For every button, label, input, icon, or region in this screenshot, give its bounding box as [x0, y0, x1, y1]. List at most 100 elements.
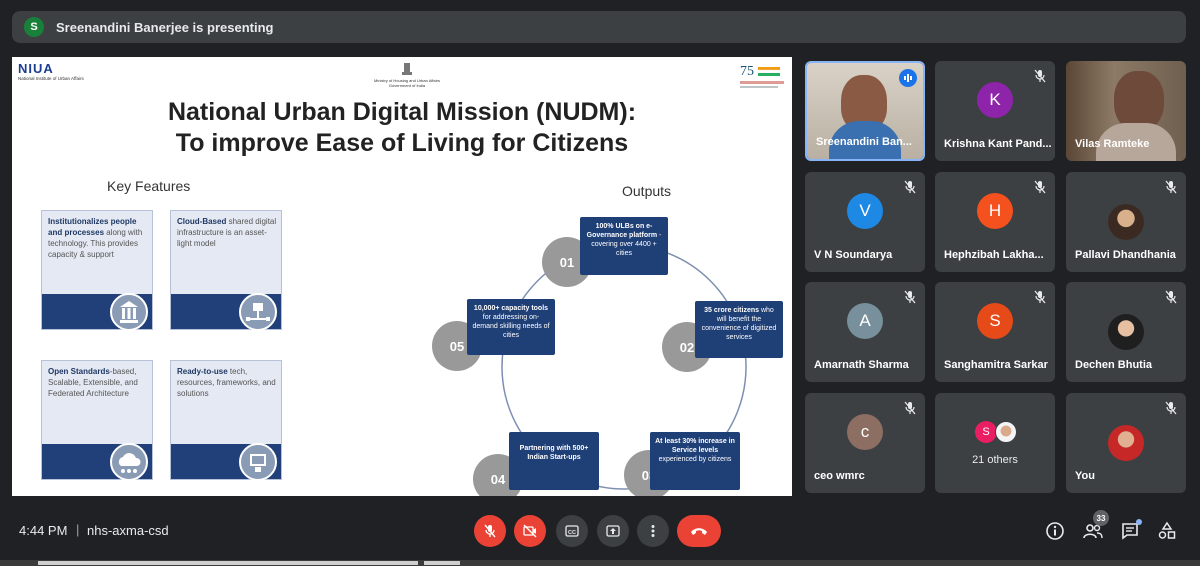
meeting-details-button[interactable]	[1043, 519, 1067, 543]
mic-off-icon	[1165, 401, 1177, 415]
mic-off-icon	[904, 290, 916, 304]
participant-tile[interactable]: K Krishna Kant Pand...	[935, 61, 1055, 161]
participant-tile[interactable]: c ceo wmrc	[805, 393, 925, 493]
camera-toggle-button[interactable]	[514, 515, 546, 547]
feature-card: Institutionalizes people and processes a…	[41, 210, 153, 331]
participant-name: Dechen Bhutia	[1075, 359, 1153, 371]
mic-off-icon	[1034, 180, 1046, 194]
niua-logo: NIUA National Institute of Urban Affairs	[18, 61, 118, 91]
meeting-time: 4:44 PM	[19, 523, 68, 538]
participant-avatar: V	[847, 193, 883, 229]
shared-screen: NIUA National Institute of Urban Affairs…	[12, 57, 792, 496]
more-vert-icon	[651, 525, 655, 537]
presenter-banner: S Sreenandini Banerjee is presenting	[12, 11, 1186, 43]
niua-logo-text: NIUA	[18, 61, 54, 76]
output-number-05: 05	[450, 339, 464, 354]
key-features-heading: Key Features	[107, 178, 191, 194]
participant-name: Amarnath Sharma	[814, 359, 909, 371]
participant-photo	[1108, 314, 1144, 350]
participant-tile[interactable]: You	[1066, 393, 1186, 493]
present-screen-icon	[606, 525, 620, 537]
participant-avatar: H	[977, 193, 1013, 229]
slide-title-line1: National Urban Digital Mission (NUDM):	[167, 98, 637, 126]
captions-button[interactable]: CC	[556, 515, 588, 547]
output-box-02: 35 crore citizens who will benefit the c…	[695, 301, 783, 358]
participant-name: Krishna Kant Pand...	[944, 138, 1052, 150]
network-icon	[239, 293, 277, 331]
chat-button[interactable]	[1118, 519, 1142, 543]
participant-tile[interactable]: V V N Soundarya	[805, 172, 925, 272]
participant-name: ceo wmrc	[814, 470, 865, 482]
participant-avatar: S	[977, 303, 1013, 339]
mic-off-icon	[904, 401, 916, 415]
others-tile[interactable]: S 21 others	[935, 393, 1055, 493]
feature-bold: Open Standards	[48, 367, 110, 376]
bottom-control-bar: 4:44 PM | nhs-axma-csd CC 33	[0, 510, 1200, 552]
participant-photo	[1108, 204, 1144, 240]
participant-tile[interactable]: H Hephzibah Lakha...	[935, 172, 1055, 272]
taskbar-strip	[0, 560, 1200, 566]
participant-tile[interactable]: A Amarnath Sharma	[805, 282, 925, 382]
output-number-02: 02	[680, 340, 694, 355]
separator: |	[76, 522, 80, 537]
camera-off-icon	[523, 524, 537, 538]
output-box-05: 10,000+ capacity tools for addressing on…	[467, 299, 555, 355]
participant-name: You	[1075, 470, 1095, 482]
svg-text:75: 75	[740, 64, 754, 79]
participant-tile[interactable]: Dechen Bhutia	[1066, 282, 1186, 382]
mic-off-icon	[1165, 180, 1177, 194]
output-number-04: 04	[491, 472, 506, 487]
participant-photo	[1108, 425, 1144, 461]
participant-tile[interactable]: Pallavi Dhandhania	[1066, 172, 1186, 272]
building-icon	[110, 293, 148, 331]
participant-tile[interactable]: Sreenandini Ban...	[805, 61, 925, 161]
feature-card: Open Standards-based, Scalable, Extensib…	[41, 360, 153, 481]
cloud-icon	[110, 443, 148, 481]
others-avatar: S	[975, 421, 997, 443]
mic-off-icon	[904, 180, 916, 194]
output-box-04: Partnering with 500+ Indian Start-ups	[509, 432, 599, 490]
others-avatar-photo	[995, 421, 1017, 443]
presenter-avatar: S	[24, 17, 44, 37]
present-now-button[interactable]	[597, 515, 629, 547]
azadi-logo: 75	[736, 59, 788, 95]
participant-name: Vilas Ramteke	[1075, 138, 1150, 150]
svg-text:CC: CC	[568, 530, 576, 536]
leave-call-button[interactable]	[677, 515, 721, 547]
chat-notification-dot	[1136, 519, 1142, 525]
mic-off-icon	[484, 524, 496, 538]
presenter-text: Sreenandini Banerjee is presenting	[56, 19, 274, 35]
participant-tile[interactable]: Vilas Ramteke	[1066, 61, 1186, 161]
speaking-indicator-icon	[899, 69, 917, 87]
participant-tile[interactable]: S Sanghamitra Sarkar	[935, 282, 1055, 382]
slide-title-line2: To improve Ease of Living for Citizens	[175, 129, 629, 157]
participant-avatar: c	[847, 414, 883, 450]
info-icon	[1046, 522, 1064, 540]
activities-icon	[1158, 521, 1176, 539]
participant-count-badge: 33	[1093, 510, 1109, 526]
participant-name: V N Soundarya	[814, 249, 893, 261]
activities-button[interactable]	[1155, 519, 1179, 543]
feature-card: Ready-to-use tech, resources, frameworks…	[170, 360, 282, 481]
ministry-logo: Ministry of Housing and Urban Affairs Go…	[362, 61, 452, 89]
participant-avatar: K	[977, 82, 1013, 118]
feature-bold: Cloud-Based	[177, 217, 227, 226]
government-name: Government of India	[388, 82, 426, 88]
mic-off-icon	[1034, 69, 1046, 83]
mic-off-icon	[1034, 290, 1046, 304]
more-options-button[interactable]	[637, 515, 669, 547]
others-count: 21 others	[972, 454, 1018, 466]
microphone-toggle-button[interactable]	[474, 515, 506, 547]
participant-name: Hephzibah Lakha...	[944, 249, 1044, 261]
participant-name: Pallavi Dhandhania	[1075, 249, 1176, 261]
feature-bold: Ready-to-use	[177, 367, 228, 376]
output-number-01: 01	[560, 255, 574, 270]
emblem-icon	[402, 63, 412, 75]
hang-up-icon	[691, 528, 707, 535]
meeting-code: nhs-axma-csd	[87, 523, 169, 538]
mic-off-icon	[1165, 290, 1177, 304]
tools-icon	[239, 443, 277, 481]
niua-logo-subtext: National Institute of Urban Affairs	[18, 76, 84, 81]
participant-name: Sreenandini Ban...	[816, 136, 912, 148]
output-box-03: At least 30% increase in Service levels …	[650, 432, 740, 490]
